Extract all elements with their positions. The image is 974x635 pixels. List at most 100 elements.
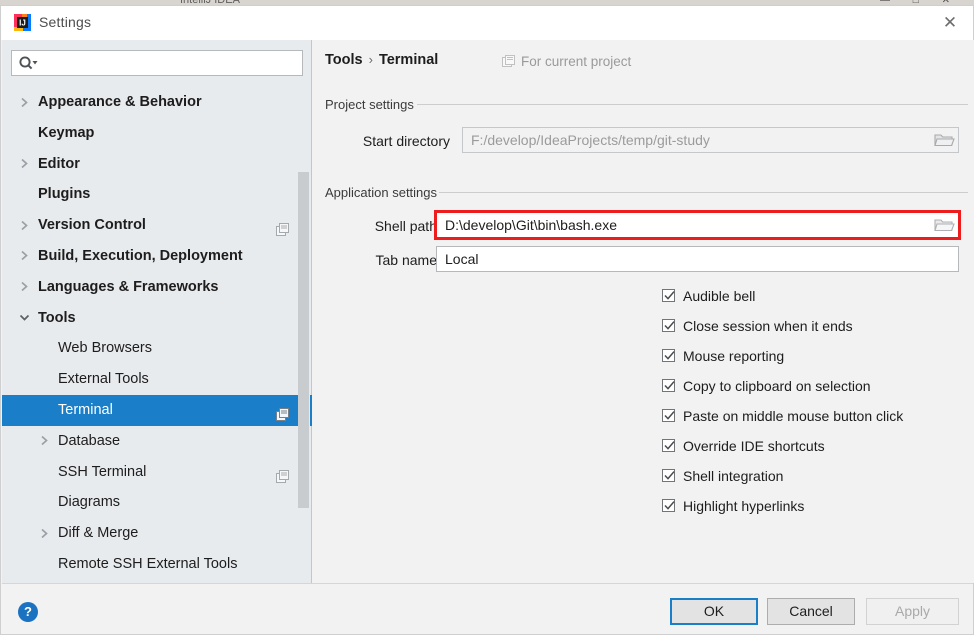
chevron-right-icon[interactable] <box>36 426 52 457</box>
module-scope-icon <box>276 403 290 417</box>
tree-item-label: Appearance & Behavior <box>38 87 202 118</box>
checkbox-box-icon[interactable] <box>662 409 675 422</box>
start-directory-field[interactable]: F:/develop/IdeaProjects/temp/git-study <box>462 127 959 153</box>
ok-button[interactable]: OK <box>670 598 758 625</box>
terminal-settings-panel: Tools›Terminal For current project Proje… <box>312 40 974 583</box>
tree-item-editor[interactable]: Editor <box>2 149 312 180</box>
checkbox-box-icon[interactable] <box>662 439 675 452</box>
shell-path-value: D:\develop\Git\bin\bash.exe <box>445 213 617 237</box>
tree-item-label: External Tools <box>58 364 149 395</box>
tree-item-web-browsers[interactable]: Web Browsers <box>2 333 312 364</box>
checkbox-label: Shell integration <box>683 467 783 486</box>
tree-item-label: Languages & Frameworks <box>38 272 219 303</box>
tree-item-label: Remote SSH External Tools <box>58 549 237 580</box>
tree-item-version-control[interactable]: Version Control <box>2 210 312 241</box>
tree-item-external-tools[interactable]: External Tools <box>2 364 312 395</box>
module-scope-icon <box>276 465 290 479</box>
checkbox-label: Override IDE shortcuts <box>683 437 825 456</box>
dialog-titlebar: IJ Settings ✕ <box>1 6 973 40</box>
checkbox-label: Mouse reporting <box>683 347 784 366</box>
checkbox-label: Paste on middle mouse button click <box>683 407 903 426</box>
tree-item-label: Editor <box>38 149 80 180</box>
tree-item-appearance-behavior[interactable]: Appearance & Behavior <box>2 87 312 118</box>
shell-path-label: Shell path <box>322 218 437 234</box>
checkbox-box-icon[interactable] <box>662 469 675 482</box>
tree-item-build-execution-deployment[interactable]: Build, Execution, Deployment <box>2 241 312 272</box>
tree-item-remote-ssh-external-tools[interactable]: Remote SSH External Tools <box>2 549 312 580</box>
apply-button: Apply <box>866 598 959 625</box>
chevron-right-icon[interactable] <box>16 210 32 241</box>
svg-text:IJ: IJ <box>19 19 26 28</box>
cancel-button[interactable]: Cancel <box>767 598 855 625</box>
tree-scrollbar-thumb[interactable] <box>298 172 309 508</box>
scope-hint-label: For current project <box>521 54 631 69</box>
tree-item-label: Diagrams <box>58 487 120 518</box>
help-question-icon[interactable]: ? <box>18 602 38 622</box>
tree-scrollbar-track[interactable] <box>299 87 310 583</box>
tree-item-label: Plugins <box>38 179 90 210</box>
module-scope-icon <box>276 218 290 232</box>
tree-item-languages-frameworks[interactable]: Languages & Frameworks <box>2 272 312 303</box>
tree-item-diagrams[interactable]: Diagrams <box>2 487 312 518</box>
scope-hint: For current project <box>502 54 631 69</box>
tree-item-label: Keymap <box>38 118 94 149</box>
search-input[interactable] <box>42 51 302 77</box>
breadcrumb-current: Terminal <box>379 52 438 68</box>
checkbox-box-icon[interactable] <box>662 499 675 512</box>
tree-item-label: Terminal <box>58 395 113 426</box>
tree-item-tools[interactable]: Tools <box>2 303 312 334</box>
tree-item-database[interactable]: Database <box>2 426 312 457</box>
tab-name-field[interactable]: Local <box>436 246 959 272</box>
tab-name-label: Tab name <box>322 252 437 268</box>
breadcrumb-parent[interactable]: Tools <box>325 52 363 68</box>
dialog-title: Settings <box>39 14 91 30</box>
shell-path-field[interactable]: D:\develop\Git\bin\bash.exe <box>436 212 959 238</box>
chevron-right-icon[interactable] <box>36 518 52 549</box>
checkbox-box-icon[interactable] <box>662 349 675 362</box>
start-directory-label: Start directory <box>322 133 450 149</box>
chevron-down-icon[interactable] <box>16 303 32 334</box>
tree-item-label: Version Control <box>38 210 146 241</box>
breadcrumb: Tools›Terminal <box>325 52 438 68</box>
chevron-right-icon[interactable] <box>16 272 32 303</box>
tree-item-diff-merge[interactable]: Diff & Merge <box>2 518 312 549</box>
dialog-footer: ? OK Cancel Apply <box>2 583 973 634</box>
tree-item-label: Database <box>58 426 120 457</box>
tree-item-label: SSH Terminal <box>58 457 146 488</box>
tree-item-ssh-terminal[interactable]: SSH Terminal <box>2 457 312 488</box>
folder-icon[interactable] <box>933 131 955 149</box>
search-box[interactable] <box>11 50 303 76</box>
tree-item-label: Web Browsers <box>58 333 152 364</box>
tree-item-keymap[interactable]: Keymap <box>2 118 312 149</box>
tree-item-label: Tools <box>38 303 76 334</box>
start-directory-value: F:/develop/IdeaProjects/temp/git-study <box>471 128 710 152</box>
tree-item-terminal[interactable]: Terminal <box>2 395 312 426</box>
settings-tree[interactable]: Appearance & BehaviorKeymapEditorPlugins… <box>2 87 312 583</box>
chevron-right-icon[interactable] <box>16 87 32 118</box>
tree-item-plugins[interactable]: Plugins <box>2 179 312 210</box>
search-icon <box>18 55 40 72</box>
tab-name-value: Local <box>445 247 478 271</box>
breadcrumb-separator-icon: › <box>363 52 379 67</box>
settings-dialog: IJ Settings ✕ Appearance & BehaviorKeyma… <box>0 5 974 635</box>
checkbox-box-icon[interactable] <box>662 319 675 332</box>
chevron-right-icon[interactable] <box>16 241 32 272</box>
folder-icon[interactable] <box>933 216 955 234</box>
checkbox-label: Highlight hyperlinks <box>683 497 804 516</box>
project-scope-icon <box>502 55 515 68</box>
checkbox-box-icon[interactable] <box>662 379 675 392</box>
checkbox-label: Copy to clipboard on selection <box>683 377 871 396</box>
project-settings-group-label: Project settings <box>325 97 421 112</box>
intellij-idea-icon: IJ <box>14 14 31 31</box>
settings-tree-panel: Appearance & BehaviorKeymapEditorPlugins… <box>2 40 312 583</box>
application-settings-divider <box>439 192 968 193</box>
close-icon[interactable]: ✕ <box>936 11 964 35</box>
application-settings-group-label: Application settings <box>325 185 444 200</box>
checkbox-label: Close session when it ends <box>683 317 853 336</box>
project-settings-divider <box>417 104 968 105</box>
chevron-right-icon[interactable] <box>16 149 32 180</box>
tree-item-label: Build, Execution, Deployment <box>38 241 243 272</box>
tree-item-label: Diff & Merge <box>58 518 138 549</box>
checkbox-label: Audible bell <box>683 287 755 306</box>
checkbox-box-icon[interactable] <box>662 289 675 302</box>
